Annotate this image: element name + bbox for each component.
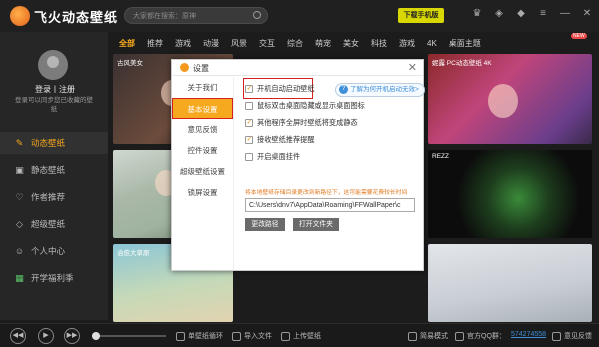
option-label: 鼠标双击桌面隐藏或显示桌面图标 <box>257 101 365 110</box>
nav-super-wallpaper-settings[interactable]: 超级壁纸设置 <box>172 161 233 182</box>
option-label: 接收壁纸推荐提醒 <box>257 135 315 144</box>
nav-basic-settings[interactable]: 基本设置 <box>172 98 233 119</box>
settings-nav: 关于我们 基本设置 意见反馈 控件设置 超级壁纸设置 锁屏设置 <box>172 77 234 271</box>
nav-feedback[interactable]: 意见反馈 <box>172 119 233 140</box>
checkbox[interactable] <box>245 84 253 93</box>
checkbox[interactable] <box>245 102 253 110</box>
nav-lockscreen-settings[interactable]: 锁屏设置 <box>172 182 233 203</box>
option-label: 开机自动启动壁纸 <box>257 84 315 93</box>
close-icon[interactable]: ✕ <box>408 61 417 74</box>
storage-path-field[interactable]: C:\Users\dnv7\AppData\Roaming\FFWallPape… <box>245 198 415 212</box>
open-folder-button[interactable]: 打开文件夹 <box>293 218 339 231</box>
option-label: 其他程序全屏时壁纸将变成静态 <box>257 118 358 127</box>
autostart-help-link[interactable]: 了解为何开机启动无效> <box>335 83 425 97</box>
path-note: 将本地壁纸存储目录更改到新路径下，这可能需要花费较长时间 <box>245 190 408 196</box>
checkbox[interactable] <box>245 135 253 144</box>
checkbox[interactable] <box>245 118 253 127</box>
settings-icon <box>180 63 189 72</box>
option-toggle-desktop-icons[interactable]: 鼠标双击桌面隐藏或显示桌面图标 <box>245 101 365 111</box>
option-desktop-widget[interactable]: 开启桌面挂件 <box>245 152 300 162</box>
nav-widget-settings[interactable]: 控件设置 <box>172 140 233 161</box>
checkbox[interactable] <box>245 153 253 161</box>
nav-about[interactable]: 关于我们 <box>172 77 233 98</box>
option-recommend-reminder[interactable]: 接收壁纸推荐提醒 <box>245 135 315 145</box>
option-autostart[interactable]: 开机自动启动壁纸 <box>245 84 315 94</box>
option-static-on-fullscreen[interactable]: 其他程序全屏时壁纸将变成静态 <box>245 118 358 128</box>
settings-dialog: 设置 ✕ 关于我们 基本设置 意见反馈 控件设置 超级壁纸设置 锁屏设置 开机自… <box>171 59 425 271</box>
change-path-button[interactable]: 更改路径 <box>245 218 285 231</box>
dialog-header: 设置 ✕ <box>172 60 423 76</box>
dialog-title: 设置 <box>193 64 209 73</box>
option-label: 开启桌面挂件 <box>257 152 301 161</box>
